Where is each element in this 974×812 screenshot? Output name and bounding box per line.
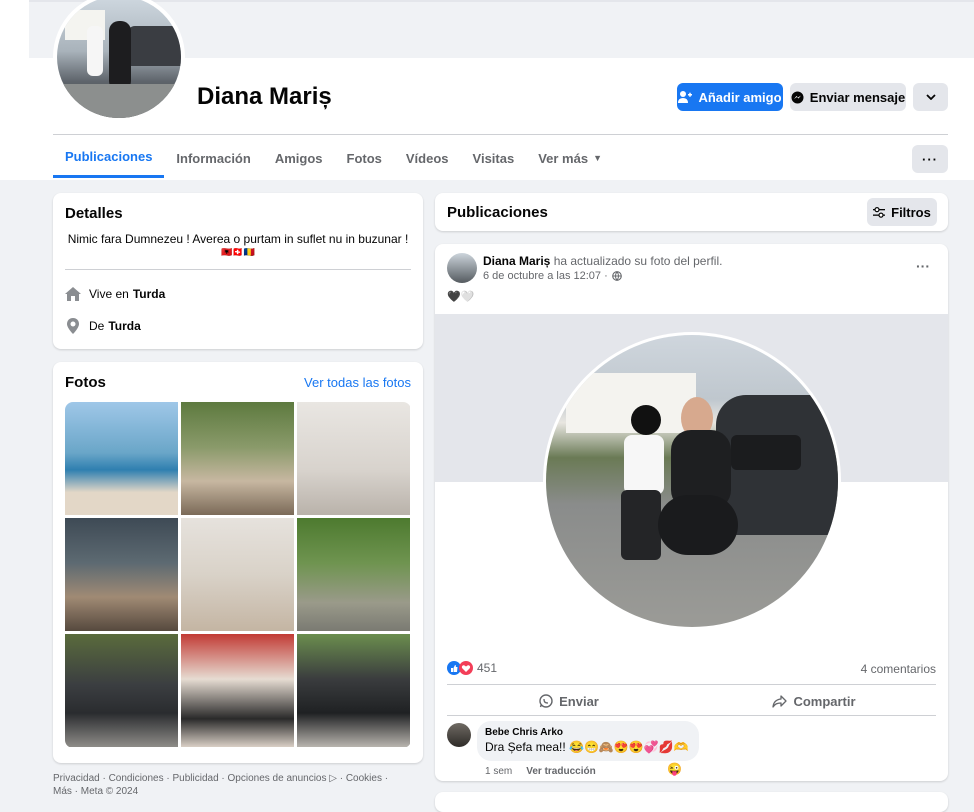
add-friend-label: Añadir amigo — [698, 89, 782, 105]
see-all-photos-link[interactable]: Ver todas las fotos — [304, 375, 411, 390]
commenter-avatar[interactable] — [447, 723, 471, 747]
filters-label: Filtros — [891, 204, 931, 220]
photo-thumb[interactable] — [65, 518, 178, 631]
profile-name: Diana Mariș — [197, 83, 332, 110]
footer-links[interactable]: Privacidad · Condiciones · Publicidad · … — [53, 772, 388, 798]
post-author-name[interactable]: Diana Mariș — [483, 254, 550, 268]
post-profile-photo[interactable] — [543, 332, 841, 630]
post-meta: 6 de octubre a las 12:07 · — [483, 270, 622, 282]
photo-thumb[interactable] — [65, 634, 178, 747]
filters-icon — [873, 206, 886, 218]
photo-thumb[interactable] — [181, 518, 294, 631]
comment-reaction-icon[interactable]: 😜 — [667, 762, 682, 776]
share-icon — [772, 694, 788, 708]
send-post-label: Enviar — [559, 693, 599, 709]
comments-count-link[interactable]: 4 comentarios — [861, 662, 936, 676]
lives-prefix: Vive en — [89, 287, 129, 301]
post-header-line: Diana Mariș ha actualizado su foto del p… — [483, 254, 722, 268]
details-title: Detalles — [65, 205, 123, 222]
send-post-button[interactable]: Enviar — [447, 687, 691, 715]
footer-line-1: Privacidad · Condiciones · Publicidad · … — [53, 773, 389, 784]
footer-line-2: Más · Meta © 2024 — [53, 786, 139, 797]
share-post-label: Compartir — [793, 693, 856, 709]
translate-link[interactable]: Ver traducción — [526, 766, 595, 777]
tab-fotos[interactable]: Fotos — [335, 138, 394, 178]
whatsapp-icon — [539, 694, 553, 708]
lives-in-row: Vive en Turda — [65, 287, 165, 301]
reactions-count: 451 — [477, 661, 498, 675]
tab-ver-mas[interactable]: Ver más ▼ — [526, 138, 614, 178]
tab-informacion[interactable]: Información — [164, 138, 262, 178]
comment-bubble: Bebe Chris Arko Dra Șefa mea!! 😂😁🙈😍😍💞💋🫶 — [477, 721, 699, 761]
photos-grid — [65, 402, 411, 748]
tab-publicaciones[interactable]: Publicaciones — [53, 138, 165, 178]
reactions-summary[interactable]: 451 — [447, 661, 497, 675]
photo-thumb[interactable] — [297, 634, 410, 747]
from-city-link[interactable]: Turda — [108, 319, 140, 333]
bio-text: Nimic fara Dumnezeu ! Averea o purtam in… — [67, 232, 409, 246]
lives-city-link[interactable]: Turda — [133, 287, 165, 301]
post-options-icon[interactable]: ··· — [916, 258, 930, 274]
caret-down-icon: ▼ — [593, 153, 602, 163]
post-action-text: ha actualizado su foto del perfil. — [553, 254, 723, 268]
send-message-label: Enviar mensaje — [809, 89, 906, 105]
tabs-more-button[interactable]: ··· — [912, 145, 948, 173]
tab-amigos[interactable]: Amigos — [263, 138, 335, 178]
photo-thumb[interactable] — [65, 402, 178, 515]
more-dots-icon: ··· — [922, 151, 938, 167]
from-row: De Turda — [65, 318, 141, 334]
add-friend-button[interactable]: Añadir amigo — [677, 83, 783, 111]
location-pin-icon — [67, 318, 79, 334]
actions-divider-bottom — [447, 715, 936, 716]
header-divider — [53, 134, 948, 135]
photo-thumb[interactable] — [297, 518, 410, 631]
filters-button[interactable]: Filtros — [867, 198, 937, 226]
post-card: Diana Mariș ha actualizado su foto del p… — [435, 244, 948, 781]
photos-title: Fotos — [65, 374, 106, 391]
post-author-avatar[interactable] — [447, 253, 477, 283]
globe-icon — [611, 271, 622, 281]
actions-divider-top — [447, 684, 936, 685]
send-message-button[interactable]: Enviar mensaje — [790, 83, 906, 111]
details-divider — [65, 269, 411, 270]
photo-thumb[interactable] — [181, 634, 294, 747]
post-timestamp[interactable]: 6 de octubre a las 12:07 · — [483, 270, 608, 282]
love-reaction-icon — [459, 661, 473, 675]
tab-visitas[interactable]: Visitas — [461, 138, 527, 178]
from-prefix: De — [89, 319, 105, 333]
posts-title: Publicaciones — [447, 204, 548, 221]
messenger-icon — [791, 91, 804, 103]
more-actions-button[interactable] — [913, 83, 948, 111]
profile-avatar[interactable] — [53, 0, 185, 122]
profile-tabs: Publicaciones Información Amigos Fotos V… — [53, 138, 614, 180]
share-post-button[interactable]: Compartir — [692, 687, 936, 715]
tab-ver-mas-label: Ver más — [538, 150, 589, 166]
posts-header-card: Publicaciones Filtros — [435, 193, 948, 231]
add-person-icon — [678, 91, 693, 103]
comment-meta: 1 sem Ver traducción — [485, 766, 596, 777]
tab-videos[interactable]: Vídeos — [394, 138, 461, 178]
next-post-card — [435, 792, 948, 812]
commenter-name[interactable]: Bebe Chris Arko — [485, 727, 689, 738]
photo-thumb[interactable] — [181, 402, 294, 515]
comment-text: Dra Șefa mea!! 😂😁🙈😍😍💞💋🫶 — [485, 740, 689, 754]
photo-thumb[interactable] — [297, 402, 410, 515]
photos-card: Fotos Ver todas las fotos — [53, 362, 423, 763]
post-text: 🖤🤍 — [447, 291, 475, 303]
details-card: Detalles Nimic fara Dumnezeu ! Averea o … — [53, 193, 423, 349]
home-icon — [65, 287, 81, 301]
chevron-down-icon — [925, 94, 936, 100]
bio-emojis: 🇦🇱🇨🇭🇷🇴 — [221, 247, 255, 257]
comment-age[interactable]: 1 sem — [485, 766, 512, 777]
